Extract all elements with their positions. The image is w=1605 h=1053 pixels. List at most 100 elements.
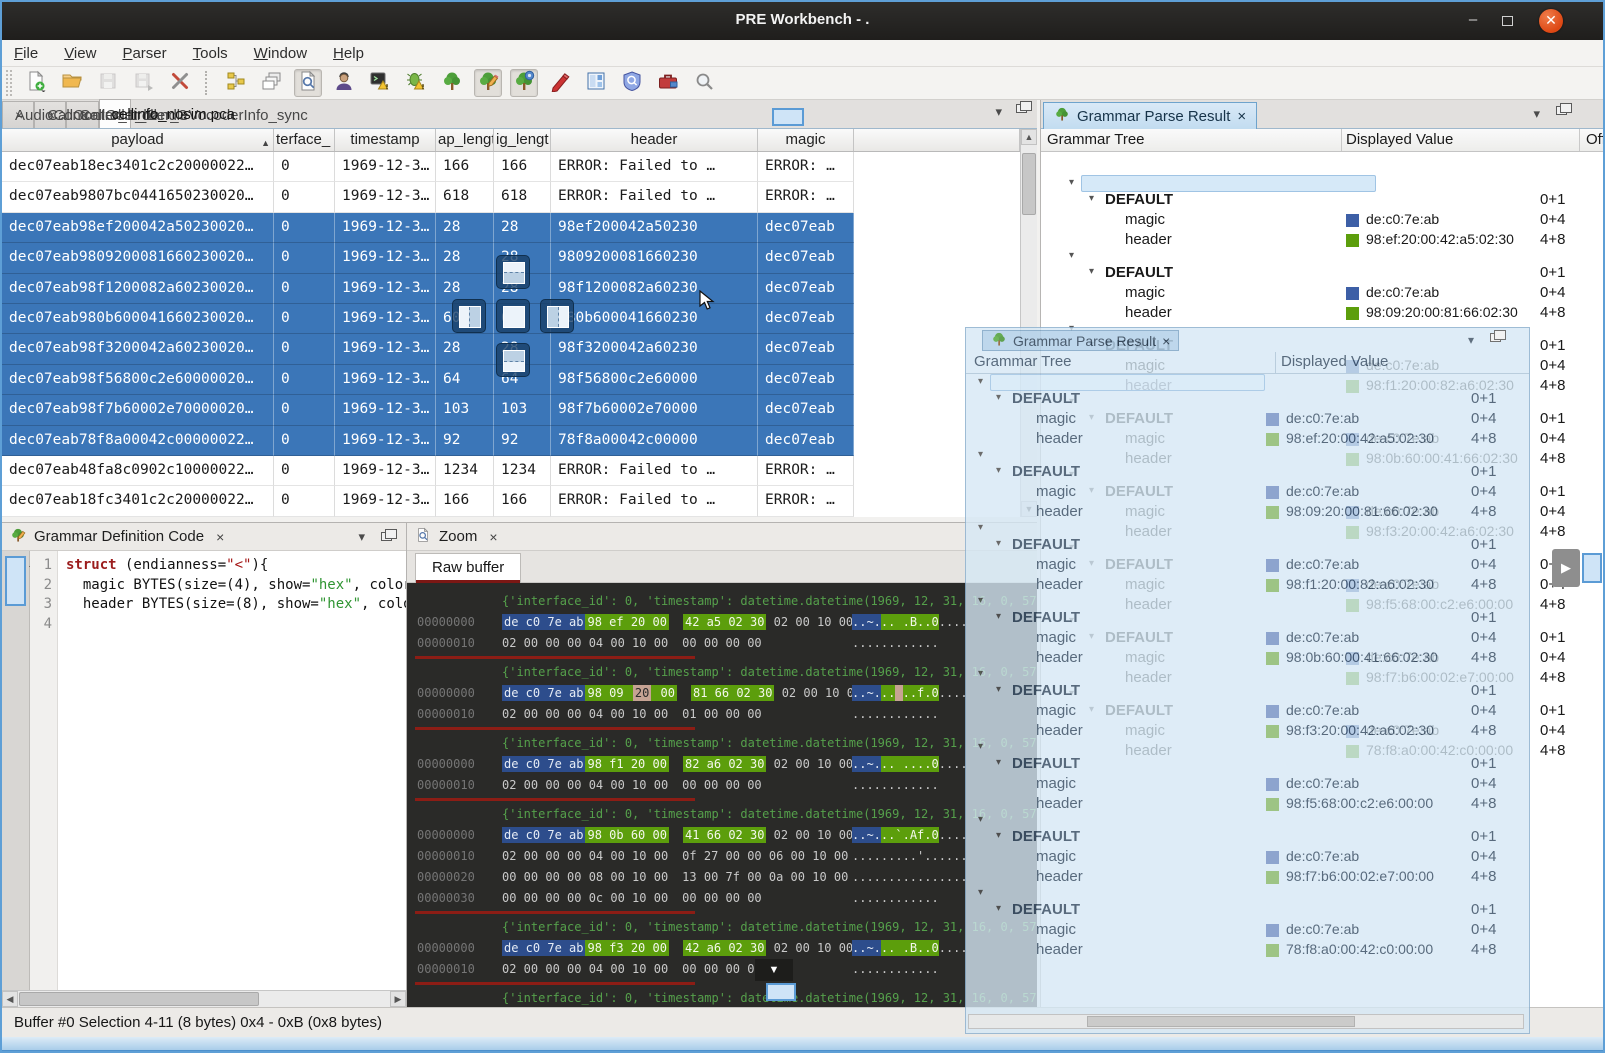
table-row[interactable]: dec07eab9807bc0441650230020…01969-12-3…6… — [2, 182, 1020, 212]
menu-parser[interactable]: Parser — [122, 45, 166, 62]
tree-node-default[interactable]: ▾DEFAULT0+1 — [966, 901, 1529, 921]
expand-arrow-icon[interactable]: ▾ — [978, 741, 983, 752]
grammar-tree-button[interactable] — [438, 69, 466, 97]
table-row[interactable]: dec07eab78f8a00042c00000022…01969-12-3…9… — [2, 426, 1020, 456]
hex-row[interactable]: 0000001002 00 00 00 04 00 10 0000 00 00 … — [407, 775, 1037, 796]
selected-tree-row[interactable] — [1081, 175, 1376, 192]
column-offset[interactable]: Offset — [1586, 131, 1605, 148]
column-grammar-tree[interactable]: Grammar Tree — [1047, 131, 1145, 148]
user-agent-button[interactable] — [330, 69, 358, 97]
tree-node-default[interactable]: ▾DEFAULT0+1 — [966, 609, 1529, 629]
hex-row[interactable]: 00000000de c0 7e ab98 ef 20 0042 a5 02 3… — [407, 612, 1037, 633]
detach-panel-icon[interactable] — [1016, 104, 1027, 113]
expand-arrow-icon[interactable]: ▾ — [978, 668, 983, 679]
panel-overflow-icon[interactable]: ▾ — [1468, 333, 1474, 347]
tree-field-header[interactable]: header98:f5:68:00:c2:e6:00:004+8 — [966, 795, 1529, 815]
minimap-viewport[interactable] — [5, 556, 26, 606]
tree-field-header[interactable]: header78:f8:a0:00:42:c0:00:004+8 — [966, 941, 1529, 961]
column-separator[interactable] — [1579, 129, 1580, 151]
hex-row[interactable]: 00000000de c0 7e ab98 0b 60 0041 66 02 3… — [407, 825, 1037, 846]
panel-overflow-icon[interactable]: ▾ — [1533, 106, 1540, 122]
tree-node-default[interactable]: ▾DEFAULT0+1 — [966, 828, 1529, 848]
expand-arrow-icon[interactable]: ▾ — [1089, 266, 1094, 277]
table-row[interactable]: dec07eab98ef200042a50230020…01969-12-3…2… — [2, 213, 1020, 243]
tree-root-row[interactable]: ▾ — [1041, 177, 1605, 190]
tree-root-row[interactable]: ▾ — [966, 887, 1529, 900]
tree-field-header[interactable]: header98:ef:20:00:42:a5:02:304+8 — [966, 430, 1529, 450]
hex-row[interactable]: 0000001002 00 00 00 04 00 10 000f 27 00 … — [407, 846, 1037, 867]
tree-root-row[interactable]: ▾ — [966, 595, 1529, 608]
dock-bottom-zone[interactable] — [496, 343, 530, 377]
protocol-shield-button[interactable] — [618, 69, 646, 97]
column-header-terface[interactable]: terface_ — [274, 129, 335, 151]
panel-detach-icon[interactable] — [381, 532, 392, 541]
tree-root-row[interactable]: ▾ — [966, 449, 1529, 462]
scrollbar-thumb[interactable] — [1022, 153, 1036, 215]
tree-node-default[interactable]: ▾DEFAULT0+1 — [966, 463, 1529, 483]
menu-file[interactable]: File — [14, 45, 38, 62]
open-file-button[interactable] — [58, 69, 86, 97]
expand-arrow-icon[interactable]: ▾ — [978, 595, 983, 606]
column-separator[interactable] — [1341, 129, 1342, 151]
floating-window-tab[interactable]: Grammar Parse Result × — [982, 330, 1179, 351]
tree-node-default[interactable]: ▾DEFAULT0+1 — [1041, 191, 1605, 211]
new-file-button[interactable] — [22, 69, 50, 97]
save-as-button[interactable] — [130, 69, 158, 97]
code-minimap-strip[interactable] — [2, 551, 30, 990]
dock-center-zone[interactable] — [496, 299, 530, 333]
column-separator[interactable] — [1275, 352, 1276, 373]
expand-arrow-icon[interactable]: ▾ — [1089, 193, 1094, 204]
tree-field-magic[interactable]: magicde:c0:7e:ab0+4 — [966, 775, 1529, 795]
hex-row[interactable]: 00000000de c0 7e ab98 f3 20 0042 a6 02 3… — [407, 938, 1037, 959]
tree-field-magic[interactable]: magicde:c0:7e:ab0+4 — [966, 556, 1529, 576]
tab-overflow-icon[interactable]: ▾ — [995, 104, 1002, 120]
column-header-timestamp[interactable]: timestamp — [335, 129, 436, 151]
tree-field-header[interactable]: header98:f1:20:00:82:a6:02:304+8 — [966, 576, 1529, 596]
terminal-warning-button[interactable] — [366, 69, 394, 97]
tree-node-default[interactable]: ▾DEFAULT0+1 — [966, 682, 1529, 702]
hex-row[interactable]: 0000002000 00 00 00 08 00 10 0013 00 7f … — [407, 867, 1037, 888]
tree-root-row[interactable]: ▾ — [966, 814, 1529, 827]
floating-horizontal-scrollbar[interactable] — [968, 1014, 1524, 1029]
expand-arrow-icon[interactable]: ▾ — [1069, 177, 1074, 188]
expand-arrow-icon[interactable]: ▾ — [1069, 250, 1074, 261]
tree-field-header[interactable]: header98:09:20:00:81:66:02:304+8 — [966, 503, 1529, 523]
tab-close-icon[interactable]: × — [1162, 333, 1170, 349]
selected-tree-row[interactable] — [990, 374, 1265, 391]
code-horizontal-scrollbar[interactable]: ◀ ▶ — [2, 990, 406, 1007]
tree-root-row[interactable]: ▾ — [1041, 250, 1605, 263]
dock-right-zone[interactable] — [540, 299, 574, 333]
tree-root-row[interactable]: ▾ — [966, 376, 1529, 389]
expand-arrow-icon[interactable]: ▾ — [996, 757, 1001, 768]
tree-node-default[interactable]: ▾DEFAULT0+1 — [966, 390, 1529, 410]
tree-field-magic[interactable]: magicde:c0:7e:ab0+4 — [966, 702, 1529, 722]
grammar-settings-button[interactable] — [510, 69, 538, 97]
find-in-page-button[interactable] — [294, 69, 322, 97]
tree-field-magic[interactable]: magicde:c0:7e:ab0+4 — [1041, 211, 1605, 231]
hex-row[interactable]: 0000001002 00 00 00 04 00 10 0000 00 00 … — [407, 633, 1037, 654]
tree-node-default[interactable]: ▾DEFAULT0+1 — [966, 536, 1529, 556]
tree-field-magic[interactable]: magicde:c0:7e:ab0+4 — [966, 483, 1529, 503]
tree-field-header[interactable]: header98:ef:20:00:42:a5:02:304+8 — [1041, 231, 1605, 251]
expand-arrow-icon[interactable]: ▾ — [978, 376, 983, 387]
tab-close-icon[interactable]: × — [1237, 108, 1246, 125]
highlight-pen-button[interactable] — [546, 69, 574, 97]
expand-arrow-icon[interactable]: ▾ — [978, 814, 983, 825]
column-header-payload[interactable]: payload▲ — [2, 129, 274, 151]
expand-arrow-icon[interactable]: ▾ — [978, 449, 983, 460]
code-editor[interactable]: struct (endianness="<"){ magic BYTES(siz… — [58, 551, 406, 990]
toolbox-button[interactable] — [654, 69, 682, 97]
tools-button[interactable] — [166, 69, 194, 97]
panel-detach-icon[interactable] — [1490, 333, 1501, 342]
tree-field-header[interactable]: header98:0b:60:00:41:66:02:304+8 — [966, 649, 1529, 669]
dock-layout-button[interactable] — [582, 69, 610, 97]
table-row[interactable]: dec07eab98f7b60002e70000020…01969-12-3…1… — [2, 395, 1020, 425]
menu-window[interactable]: Window — [254, 45, 307, 62]
column-header-iglengt[interactable]: ig_lengt — [494, 129, 551, 151]
column-displayed-value[interactable]: Displayed Value — [1346, 131, 1453, 148]
column-displayed-value[interactable]: Displayed Value — [1281, 353, 1388, 370]
scrollbar-thumb[interactable] — [19, 992, 259, 1006]
scroll-right-icon[interactable]: ▶ — [390, 991, 406, 1007]
tree-structure-button[interactable] — [222, 69, 250, 97]
scroll-up-icon[interactable]: ▲ — [1021, 129, 1037, 145]
